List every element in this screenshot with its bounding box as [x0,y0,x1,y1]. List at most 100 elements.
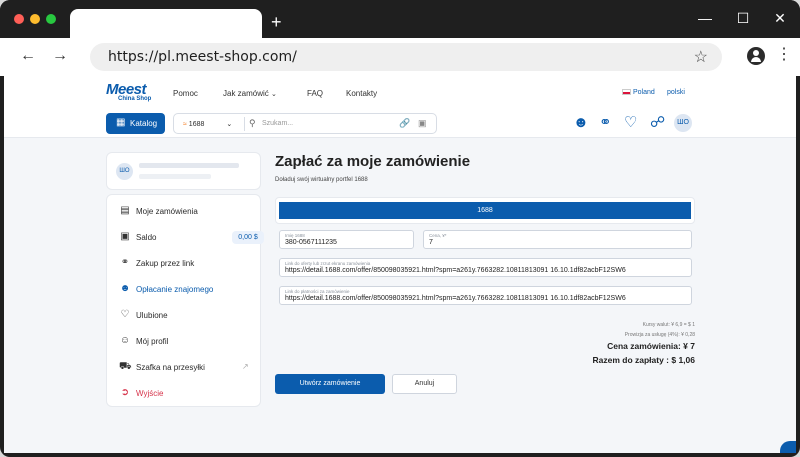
address-bar[interactable]: https://pl.meest-shop.com/ ☆ [90,43,722,71]
nav-faq[interactable]: FAQ [307,89,323,98]
exchange-rate: Kursy walut: ¥ 6,9 = $ 1 [642,322,695,328]
grid-icon: ▦ [116,117,126,128]
sidebar-item-label: Szafka na przesyłki [136,363,205,372]
payment-link-input[interactable]: https://detail.1688.com/offer/8500980359… [285,295,626,302]
sidebar-item-label: Wyjście [136,389,164,398]
search-box: ≈ 1688 ⌄ ⚲ Szukam... 🔗 ▣ [173,113,437,134]
nav-pomoc[interactable]: Pomoc [173,89,198,98]
site-header: Meest China Shop Pomoc Jak zamówić ⌄ FAQ… [4,76,796,108]
nav-kontakty[interactable]: Kontakty [346,89,377,98]
minimize-icon[interactable]: — [695,10,715,26]
maximize-icon[interactable]: ☐ [733,10,753,26]
back-icon[interactable]: ← [20,48,36,64]
blurred-name [139,163,239,168]
field-label: Imię 1688 [285,233,305,238]
total-to-pay: Razem do zapłaty : $ 1,06 [592,355,695,365]
minimize-window-dot[interactable] [30,14,40,24]
heart-icon: ♡ [120,309,130,320]
sidebar-menu: ▤ Moje zamówienia ▣ Saldo 0,00 $ ⚭ Zakup… [106,194,264,407]
balance-badge: 0,00 $ [232,231,264,244]
search-icon: ⚲ [249,118,256,128]
page-title: Zapłać za moje zamówienie [275,153,471,170]
sidebar-item-label: Mój profil [136,337,169,346]
payment-link-field[interactable]: Link do płatności za zamówienie https://… [279,286,692,305]
katalog-button[interactable]: ▦ Katalog [106,113,165,134]
url-text[interactable]: https://pl.meest-shop.com/ [108,49,297,65]
cancel-button[interactable]: Anuluj [392,374,457,394]
sidebar-item-pay-friend[interactable]: ☻ Opłacanie znajomego [119,283,259,299]
offer-link-input[interactable]: https://detail.1688.com/offer/8500980359… [285,267,626,274]
source-logo-icon: ≈ [183,121,187,128]
avatar[interactable]: ШО [674,114,692,132]
divider [244,117,245,131]
link-icon[interactable]: 🔗 [399,118,410,129]
web-page: Meest China Shop Pomoc Jak zamówić ⌄ FAQ… [4,76,796,453]
bookmark-star-icon[interactable]: ☆ [694,47,708,67]
blurred-email [139,174,211,179]
chat-widget[interactable] [780,441,796,453]
site-logo[interactable]: Meest [106,82,147,97]
sidebar-item-favorites[interactable]: ♡ Ulubione [119,309,259,325]
link-icon[interactable]: ⚭ [599,115,612,130]
browser-window: + — ☐ ✕ ← → https://pl.meest-shop.com/ ☆… [0,0,800,457]
chevron-down-icon: ⌄ [271,91,277,98]
sidebar-item-label: Saldo [136,233,157,242]
sidebar-item-logout[interactable]: ➲ Wyjście [119,387,259,403]
field-label: Link do oferty lub zrzut ekranu zamówien… [285,261,371,266]
chevron-down-icon: ⌄ [226,121,233,128]
poland-flag-icon [622,89,631,96]
browser-tab[interactable] [70,9,262,39]
profile-icon[interactable] [747,47,765,65]
sidebar-item-parcel-locker[interactable]: ⛟ Szafka na przesyłki ↗ [119,361,259,377]
page-subtitle: Doładuj swój wirtualny portfel 1688 [275,177,368,183]
heart-icon[interactable]: ♡ [624,115,637,130]
field-label: Cena, ¥* [429,233,447,238]
country-selector[interactable]: Poland [622,89,655,96]
link-icon: ⚭ [120,257,130,268]
sidebar-item-label: Ulubione [136,311,168,320]
price-input[interactable]: 7 [429,239,433,246]
nav-jak-zamowic[interactable]: Jak zamówić ⌄ [223,89,277,98]
offer-link-field[interactable]: Link do oferty lub zrzut ekranu zamówien… [279,258,692,277]
site-logo-subtitle: China Shop [118,96,152,102]
external-link-icon: ↗ [242,362,249,371]
login-field[interactable]: Imię 1688 380-0567111235 [279,230,414,249]
sidebar-item-link-purchase[interactable]: ⚭ Zakup przez link [119,257,259,273]
service-commission: Prowizja za usługę (4%): ¥ 0,28 [624,332,695,338]
browser-tab-bar: + — ☐ ✕ [0,0,800,39]
forward-icon[interactable]: → [52,48,68,64]
order-price: Cena zamówienia: ¥ 7 [607,341,695,351]
close-icon[interactable]: ✕ [770,10,790,26]
sidebar-item-label: Zakup przez link [136,259,195,268]
users-icon: ☻ [119,283,131,294]
close-window-dot[interactable] [14,14,24,24]
create-order-button[interactable]: Utwórz zamówienie [275,374,385,394]
sidebar-item-label: Moje zamówienia [136,207,198,216]
camera-icon[interactable]: ▣ [418,118,427,129]
profile-icon: ☺ [119,335,131,346]
sidebar-item-saldo[interactable]: ▣ Saldo 0,00 $ [119,231,264,247]
source-selector[interactable]: ≈ 1688 ⌄ [183,120,232,128]
browser-menu-icon[interactable]: ⋮ [776,47,792,63]
source-label: 1688 [188,121,205,128]
new-tab-icon[interactable]: + [271,12,282,32]
cart-icon[interactable]: ☍ [650,115,665,130]
maximize-window-dot[interactable] [46,14,56,24]
avatar: ШО [116,163,133,180]
browser-toolbar: ← → https://pl.meest-shop.com/ ☆ ⋮ [0,38,800,76]
katalog-label: Katalog [130,119,158,128]
sidebar-item-profile[interactable]: ☺ Mój profil [119,335,259,351]
language-selector[interactable]: polski [667,89,685,96]
price-field[interactable]: Cena, ¥* 7 [423,230,692,249]
sidebar-item-orders[interactable]: ▤ Moje zamówienia [119,205,259,221]
search-input[interactable]: Szukam... [262,120,293,127]
login-input[interactable]: 380-0567111235 [285,239,337,246]
country-label: Poland [632,89,655,96]
search-toolbar: ▦ Katalog ≈ 1688 ⌄ ⚲ Szukam... 🔗 ▣ ☻ ⚭ ♡… [4,108,796,138]
platform-tab-1688[interactable]: 1688 [279,202,691,219]
truck-icon: ⛟ [119,361,132,372]
profile-card: ШО [106,152,261,190]
wallet-icon: ▣ [120,231,130,242]
users-icon[interactable]: ☻ [573,115,589,130]
sidebar-item-label: Opłacanie znajomego [136,285,214,294]
